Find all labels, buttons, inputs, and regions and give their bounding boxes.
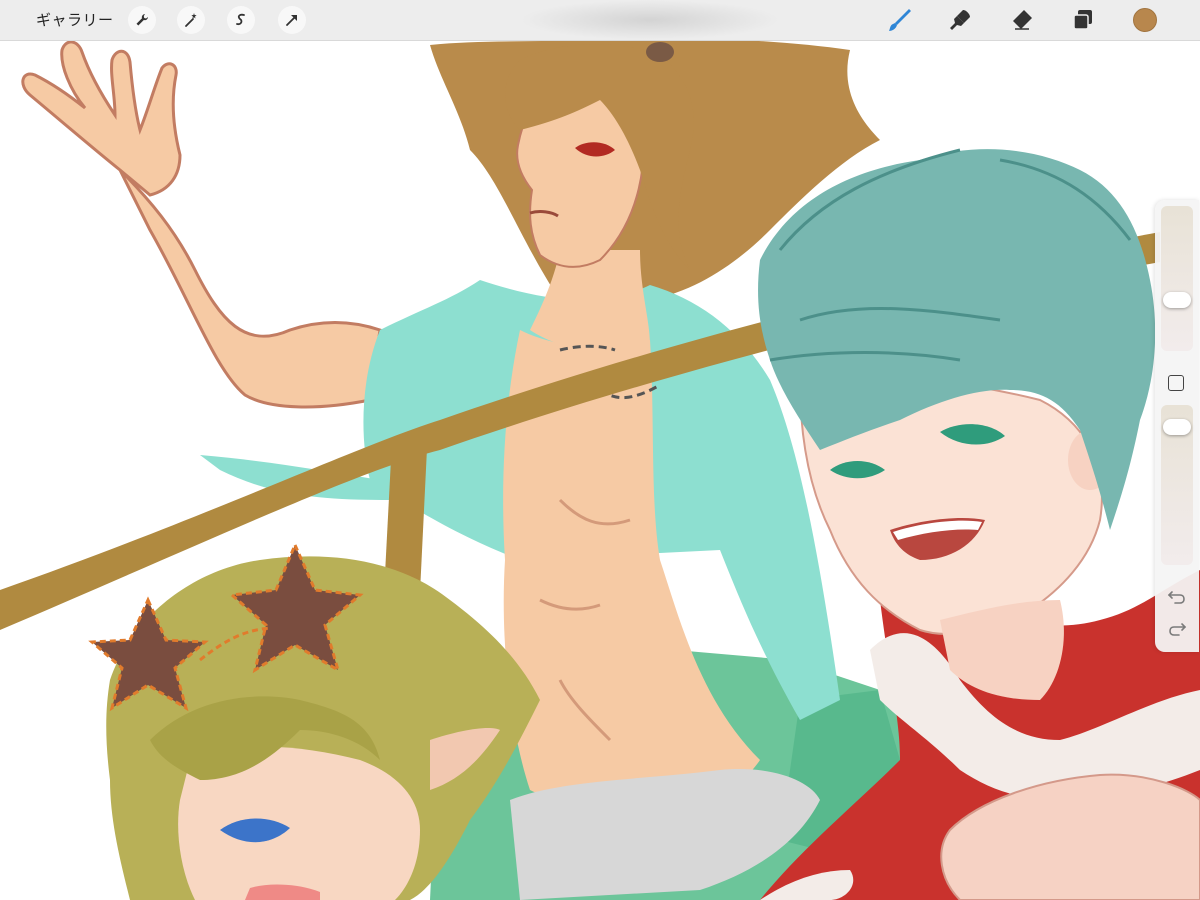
- opacity-slider[interactable]: [1161, 405, 1193, 565]
- layers-button[interactable]: [1069, 6, 1097, 34]
- drawing-canvas[interactable]: [0, 40, 1200, 900]
- hair-ear-accessory: [646, 42, 674, 62]
- magic-wand-icon: [185, 13, 197, 27]
- modify-button[interactable]: [1168, 375, 1184, 391]
- layers-icon: [1073, 10, 1092, 30]
- artwork: [0, 40, 1200, 900]
- brush-tool[interactable]: [886, 6, 914, 34]
- transform-button[interactable]: [278, 6, 306, 34]
- color-swatch[interactable]: [1133, 8, 1157, 32]
- actions-button[interactable]: [128, 6, 156, 34]
- brush-size-slider[interactable]: [1161, 206, 1193, 351]
- smudge-icon: [950, 10, 970, 30]
- adjustments-button[interactable]: [177, 6, 205, 34]
- eraser-tool[interactable]: [1008, 6, 1036, 34]
- brush-icon: [889, 9, 911, 31]
- toolbar-drag-region: [520, 0, 780, 40]
- opacity-knob[interactable]: [1163, 419, 1191, 435]
- undo-icon[interactable]: [1167, 588, 1187, 606]
- smudge-tool[interactable]: [946, 6, 974, 34]
- top-toolbar: ギャラリー: [0, 0, 1200, 41]
- brush-sidebar: [1155, 200, 1199, 652]
- brush-size-knob[interactable]: [1163, 292, 1191, 308]
- raised-arm: [118, 168, 382, 409]
- redo-icon[interactable]: [1167, 620, 1187, 638]
- selection-icon: [236, 13, 245, 26]
- wrench-icon: [136, 14, 148, 26]
- selection-button[interactable]: [227, 6, 255, 34]
- eraser-icon: [1013, 10, 1032, 30]
- raised-hand: [21, 40, 182, 197]
- transform-arrow-icon: [286, 15, 297, 26]
- gallery-button[interactable]: ギャラリー: [36, 9, 114, 30]
